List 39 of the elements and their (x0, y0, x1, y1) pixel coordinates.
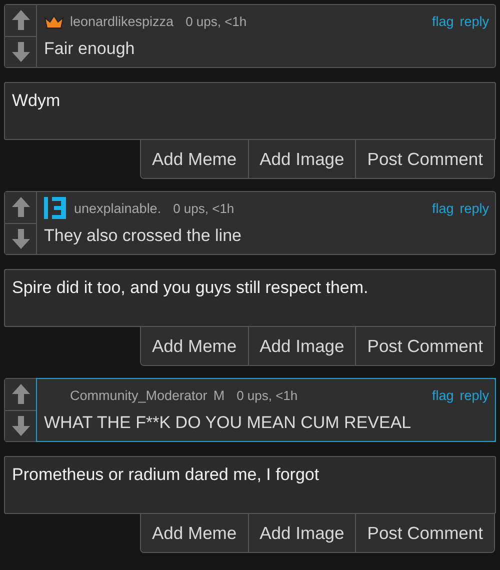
post-comment-button[interactable]: Post Comment (355, 140, 494, 178)
comment-meta: 0 ups, <1h (173, 200, 234, 216)
add-image-button[interactable]: Add Image (248, 327, 356, 365)
flag-link[interactable]: flag (432, 388, 454, 402)
moderator-tag: M (213, 388, 225, 402)
add-image-button[interactable]: Add Image (248, 140, 356, 178)
crown-icon (44, 13, 64, 29)
reply-field[interactable]: Prometheus or radium dared me, I forgot (4, 456, 496, 514)
add-meme-button[interactable]: Add Meme (141, 327, 248, 365)
add-meme-button[interactable]: Add Meme (141, 140, 248, 178)
up-arrow-icon (10, 196, 30, 218)
downvote-button[interactable] (5, 222, 36, 254)
reply-link[interactable]: reply (460, 14, 489, 28)
downvote-button[interactable] (5, 36, 36, 67)
username: unexplainable. (74, 200, 162, 216)
reply-link[interactable]: reply (460, 200, 489, 216)
comment-text: Fair enough (44, 39, 136, 59)
post-comment-button[interactable]: Post Comment (355, 514, 494, 552)
up-arrow-icon (10, 9, 30, 32)
logo-icon (44, 197, 68, 219)
downvote-button[interactable] (5, 410, 36, 441)
comment-meta: 0 ups, <1h (186, 14, 247, 28)
flag-link[interactable]: flag (432, 200, 454, 216)
post-comment-button[interactable]: Post Comment (355, 327, 494, 365)
up-arrow-icon (10, 383, 30, 406)
add-image-button[interactable]: Add Image (248, 514, 356, 552)
add-meme-button[interactable]: Add Meme (141, 514, 248, 552)
comment-text: WHAT THE F**K DO YOU MEAN CUM REVEAL (44, 413, 412, 433)
username: leonardlikespizza (70, 14, 174, 28)
flag-link[interactable]: flag (432, 14, 454, 28)
down-arrow-icon (10, 40, 30, 63)
comment-meta: 0 ups, <1h (236, 388, 298, 402)
reply-field[interactable]: Wdym (4, 82, 496, 140)
comment-text: They also crossed the line (44, 226, 242, 246)
down-arrow-icon (10, 228, 30, 250)
username: Community_Moderator (70, 388, 208, 402)
down-arrow-icon (10, 414, 30, 437)
reply-field[interactable]: Spire did it too, and you guys still respect them. (4, 269, 496, 327)
reply-link[interactable]: reply (460, 388, 489, 402)
